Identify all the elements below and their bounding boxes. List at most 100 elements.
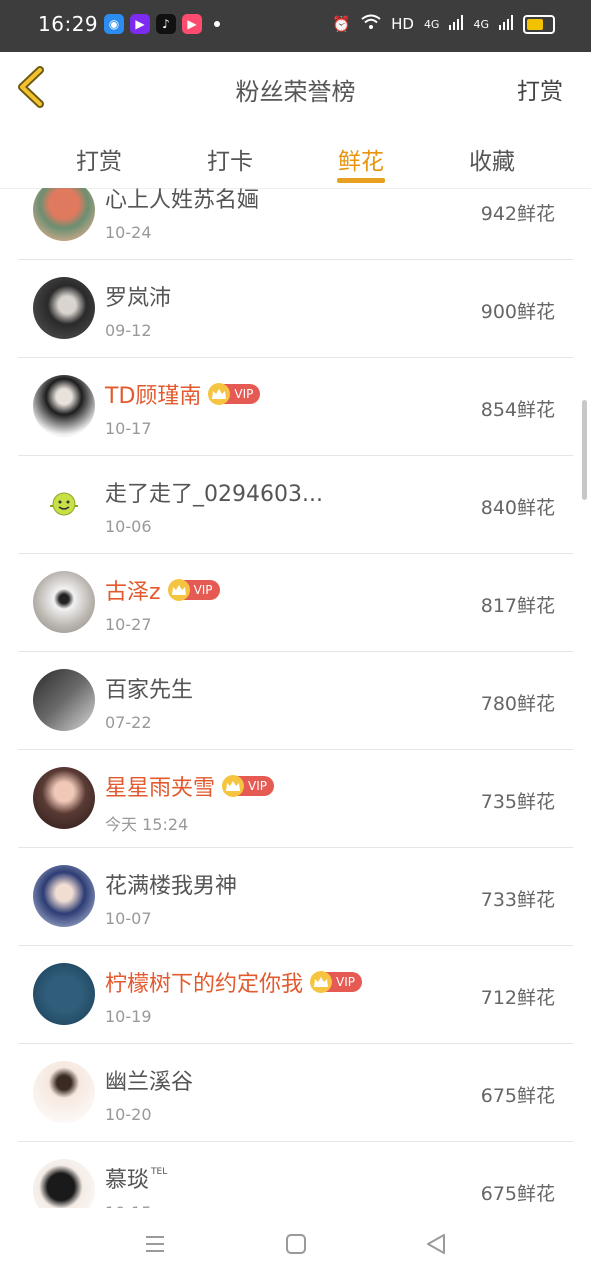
battery-icon <box>523 14 555 34</box>
crown-icon <box>208 383 231 405</box>
status-bar: 16:29 ◉ ▶ ♪ ▶ ⏰ HD 4G 4G <box>0 0 591 52</box>
list-item[interactable]: 慕琰 TEL 10-15 675鲜花 <box>18 1142 573 1208</box>
tab-reward[interactable]: 打赏 <box>54 142 144 176</box>
user-name: 百家先生 <box>105 678 194 703</box>
tab-favorites[interactable]: 收藏 <box>447 142 537 176</box>
user-date: 10-06 <box>105 517 152 536</box>
user-date: 10-07 <box>105 909 152 928</box>
avatar <box>33 473 95 535</box>
signal-icon-2 <box>499 14 513 34</box>
home-square-icon <box>286 1234 306 1254</box>
app-notification-icon: ◉ <box>104 14 124 34</box>
flower-count: 840鲜花 <box>480 497 555 519</box>
tab-checkin[interactable]: 打卡 <box>185 142 275 176</box>
reward-button[interactable]: 打赏 <box>517 72 563 106</box>
menu-icon <box>146 1236 164 1252</box>
list-item[interactable]: 心上人姓苏名婳 10-24 942鲜花 <box>18 188 573 260</box>
list-item[interactable]: 走了走了_0294603... 10-06 840鲜花 <box>18 456 573 554</box>
scrollbar[interactable] <box>582 400 587 500</box>
user-name: 罗岚沛 <box>105 286 172 311</box>
signal-icon-1 <box>449 14 464 34</box>
list-item[interactable]: 百家先生 07-22 780鲜花 <box>18 652 573 750</box>
app-header: 粉丝荣誉榜 打赏 <box>0 52 591 123</box>
system-nav-bar <box>0 1208 591 1280</box>
signal-4g-label-1: 4G <box>423 17 440 31</box>
flower-count: 854鲜花 <box>480 399 555 421</box>
active-tab-indicator <box>337 178 385 183</box>
avatar <box>33 1061 95 1123</box>
user-date: 07-22 <box>105 713 152 732</box>
user-date: 10-20 <box>105 1105 152 1124</box>
avatar <box>33 571 95 633</box>
flower-count: 817鲜花 <box>480 595 555 617</box>
list-item[interactable]: 古泽z VIP 10-27 817鲜花 <box>18 554 573 652</box>
user-date: 10-27 <box>105 615 152 634</box>
player-app-icon: ▶ <box>182 14 202 34</box>
avatar <box>33 277 95 339</box>
avatar <box>33 767 95 829</box>
list-item[interactable]: TD顾瑾南 VIP 10-17 854鲜花 <box>18 358 573 456</box>
page-title: 粉丝荣誉榜 <box>235 78 356 106</box>
flower-count: 942鲜花 <box>480 203 555 225</box>
vip-badge: VIP <box>208 383 261 405</box>
tab-bar: 打赏 打卡 鲜花 收藏 <box>0 122 591 189</box>
fan-list: 心上人姓苏名婳 10-24 942鲜花 罗岚沛 09-12 900鲜花 TD顾瑾… <box>0 188 591 1208</box>
avatar <box>33 375 95 437</box>
video-app-icon: ▶ <box>130 14 150 34</box>
vip-label: VIP <box>336 975 355 989</box>
flower-count: 712鲜花 <box>480 987 555 1009</box>
crown-icon <box>167 579 190 601</box>
crown-icon <box>310 971 333 993</box>
tab-flowers[interactable]: 鲜花 <box>316 142 406 176</box>
flower-count: 735鲜花 <box>480 791 555 813</box>
vip-label: VIP <box>234 387 254 401</box>
status-right: ⏰ HD 4G 4G <box>332 14 555 34</box>
flower-count: 733鲜花 <box>480 889 555 911</box>
flower-count: 675鲜花 <box>480 1183 555 1205</box>
wifi-icon <box>361 14 381 34</box>
list-item[interactable]: 幽兰溪谷 10-20 675鲜花 <box>18 1044 573 1142</box>
avatar <box>33 669 95 731</box>
notification-icons: ◉ ▶ ♪ ▶ <box>104 14 220 34</box>
user-date: 10-17 <box>105 419 152 438</box>
vip-badge: VIP <box>167 579 220 601</box>
user-date: 10-19 <box>105 1007 152 1026</box>
avatar <box>33 865 95 927</box>
fan-list-viewport[interactable]: 心上人姓苏名婳 10-24 942鲜花 罗岚沛 09-12 900鲜花 TD顾瑾… <box>0 188 591 1208</box>
menu-button[interactable] <box>143 1232 167 1256</box>
alarm-icon: ⏰ <box>332 15 352 33</box>
list-item[interactable]: 花满楼我男神 10-07 733鲜花 <box>18 848 573 946</box>
user-name: 走了走了_0294603... <box>105 482 323 507</box>
home-button[interactable] <box>284 1232 308 1256</box>
vip-label: VIP <box>248 779 267 793</box>
list-item[interactable]: 柠檬树下的约定你我 VIP 10-19 712鲜花 <box>18 946 573 1044</box>
user-name: 慕琰 <box>105 1168 150 1193</box>
avatar <box>33 1159 95 1208</box>
tiktok-icon: ♪ <box>156 14 176 34</box>
crown-icon <box>222 775 245 797</box>
user-name: 古泽z <box>105 580 161 605</box>
back-nav-button[interactable] <box>424 1232 448 1256</box>
avatar <box>33 963 95 1025</box>
flower-count: 675鲜花 <box>480 1085 555 1107</box>
list-item[interactable]: 罗岚沛 09-12 900鲜花 <box>18 260 573 358</box>
user-date: 09-12 <box>105 321 152 340</box>
flower-count: 780鲜花 <box>480 693 555 715</box>
hd-label: HD <box>391 15 414 33</box>
list-item[interactable]: 星星雨夹雪 VIP 今天 15:24 735鲜花 <box>18 750 573 848</box>
more-notifications-dot <box>214 21 220 27</box>
user-name: 星星雨夹雪 <box>105 776 216 801</box>
user-date: 10-24 <box>105 223 152 242</box>
user-date: 今天 15:24 <box>105 815 189 834</box>
user-name: TD顾瑾南 <box>105 384 202 409</box>
avatar <box>33 188 95 241</box>
vip-badge: VIP <box>310 971 362 993</box>
back-triangle-icon <box>427 1234 445 1254</box>
user-name: 幽兰溪谷 <box>105 1070 194 1095</box>
status-time: 16:29 <box>38 12 99 36</box>
user-name: 柠檬树下的约定你我 <box>105 972 304 997</box>
vip-badge: VIP <box>222 775 274 797</box>
tel-tag: TEL <box>151 1167 168 1177</box>
flower-count: 900鲜花 <box>480 301 555 323</box>
vip-label: VIP <box>193 583 213 597</box>
